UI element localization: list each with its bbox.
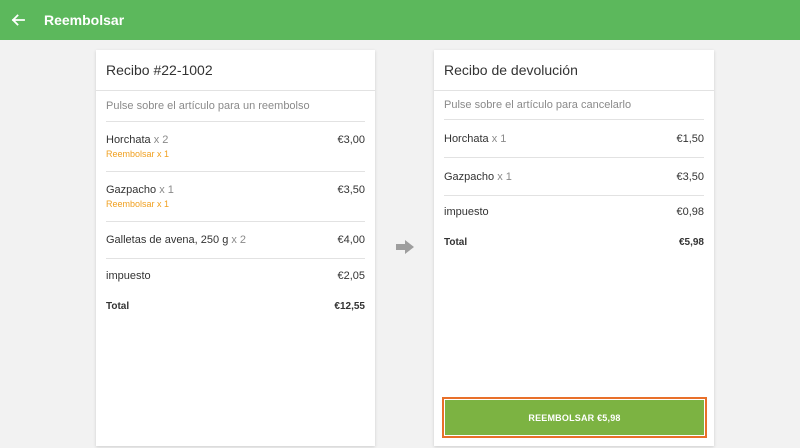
tax-value: €2,05 [337,270,365,282]
tax-value: €0,98 [676,206,704,218]
refund-receipt-card: Recibo de devolución Pulse sobre el artí… [434,50,714,446]
app-bar: Reembolsar [0,0,800,40]
item-price: €4,00 [337,234,365,246]
refund-receipt-title: Recibo de devolución [434,50,714,91]
item-price: €3,00 [337,134,365,146]
refund-receipt-hint: Pulse sobre el artículo para cancelarlo [444,99,632,111]
receipt-item-horchata[interactable]: Horchata x 2 €3,00 Reembolsar x 1 [106,122,365,172]
refund-item-gazpacho[interactable]: Gazpacho x 1 €3,50 [444,158,704,196]
receipt-total-row: Total €12,55 [106,291,365,321]
refund-note: Reembolsar x 1 [106,149,170,159]
arrow-left-icon [11,14,25,26]
refund-button[interactable]: REEMBOLSAR €5,98 [445,400,704,435]
receipt-item-gazpacho[interactable]: Gazpacho x 1 €3,50 Reembolsar x 1 [106,172,365,222]
receipt-card: Recibo #22-1002 Pulse sobre el artículo … [96,50,375,446]
refund-item-horchata[interactable]: Horchata x 1 €1,50 [444,120,704,158]
receipt-item-galletas[interactable]: Galletas de avena, 250 g x 2 €4,00 [106,222,365,259]
item-name: Gazpacho x 1 [106,184,174,196]
total-label: Total [444,236,468,248]
arrow-right-icon [396,240,414,254]
item-price: €3,50 [676,171,704,183]
total-label: Total [106,300,130,312]
back-button[interactable] [0,0,36,40]
refund-total-row: Total €5,98 [444,228,704,256]
refund-button-focus-ring: REEMBOLSAR €5,98 [442,397,707,438]
receipt-title: Recibo #22-1002 [96,50,375,91]
tax-label: impuesto [106,270,151,282]
refund-tax-row: impuesto €0,98 [444,196,704,228]
item-name: Horchata x 2 [106,134,169,146]
item-name: Horchata x 1 [444,133,507,145]
item-name: Galletas de avena, 250 g x 2 [106,234,247,246]
receipt-tax-row: impuesto €2,05 [106,261,365,291]
item-price: €3,50 [337,184,365,196]
item-name: Gazpacho x 1 [444,171,512,183]
total-value: €12,55 [334,300,365,312]
item-price: €1,50 [676,133,704,145]
tax-label: impuesto [444,206,489,218]
refund-note: Reembolsar x 1 [106,199,170,209]
total-value: €5,98 [678,236,704,248]
page-title: Reembolsar [44,12,125,28]
receipt-hint: Pulse sobre el artículo para un reembols… [106,100,310,112]
